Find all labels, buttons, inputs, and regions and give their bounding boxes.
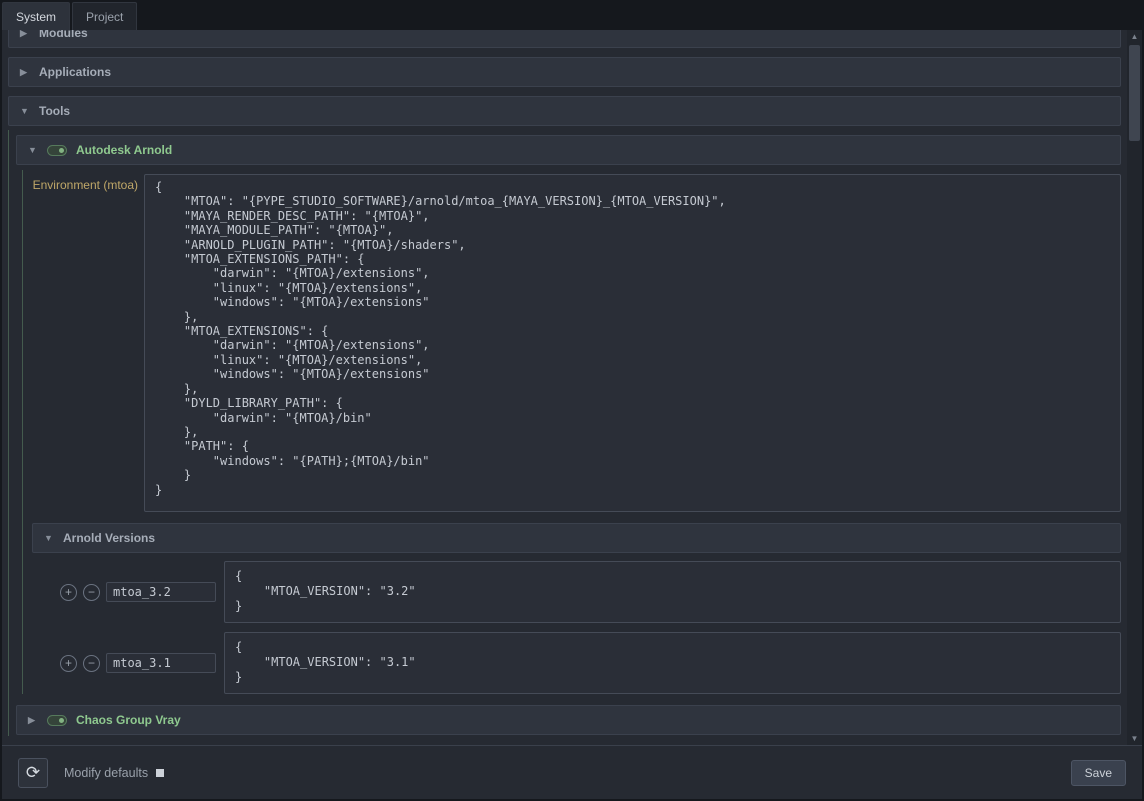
version-row: + − { "MTOA_VERSION": "3.1" } bbox=[60, 632, 1121, 694]
remove-version-button[interactable]: − bbox=[83, 584, 100, 601]
collapse-arrow-icon: ▶ bbox=[20, 30, 30, 39]
arnold-group-border bbox=[22, 170, 23, 694]
save-button[interactable]: Save bbox=[1071, 760, 1126, 786]
environment-json-textarea[interactable]: { "MTOA": "{PYPE_STUDIO_SOFTWARE}/arnold… bbox=[144, 174, 1121, 512]
version-key-input[interactable] bbox=[106, 582, 216, 602]
version-json-textarea[interactable]: { "MTOA_VERSION": "3.1" } bbox=[224, 632, 1121, 694]
section-tools[interactable]: ▼ Tools bbox=[8, 96, 1121, 126]
section-modules[interactable]: ▶ Modules bbox=[8, 30, 1121, 48]
scroll-up-icon[interactable]: ▲ bbox=[1127, 30, 1142, 43]
environment-row: Environment (mtoa) { "MTOA": "{PYPE_STUD… bbox=[16, 174, 1121, 512]
version-json-textarea[interactable]: { "MTOA_VERSION": "3.2" } bbox=[224, 561, 1121, 623]
modify-defaults-checkbox[interactable] bbox=[156, 769, 164, 777]
tab-system[interactable]: System bbox=[2, 2, 70, 30]
settings-content: ▶ Modules ▶ Applications ▼ Tools ▼ Autod… bbox=[2, 30, 1127, 745]
enabled-toggle-icon[interactable] bbox=[47, 145, 67, 156]
expand-arrow-icon: ▼ bbox=[44, 533, 54, 543]
collapse-arrow-icon: ▶ bbox=[28, 715, 38, 726]
section-autodesk-arnold-label: Autodesk Arnold bbox=[76, 143, 172, 157]
section-applications[interactable]: ▶ Applications bbox=[8, 57, 1121, 87]
scrollbar-thumb[interactable] bbox=[1129, 45, 1140, 141]
tools-group-border bbox=[8, 130, 9, 736]
section-chaos-group-vray-label: Chaos Group Vray bbox=[76, 713, 181, 727]
enabled-toggle-icon[interactable] bbox=[47, 715, 67, 726]
refresh-button[interactable]: ⟳ bbox=[18, 758, 48, 788]
tools-group-body: ▼ Autodesk Arnold Environment (mtoa) { "… bbox=[16, 135, 1127, 735]
remove-version-button[interactable]: − bbox=[83, 655, 100, 672]
environment-label: Environment (mtoa) bbox=[16, 174, 144, 192]
footer-bar: ⟳ Modify defaults Save bbox=[2, 745, 1142, 799]
refresh-icon: ⟳ bbox=[26, 763, 40, 783]
section-modules-label: Modules bbox=[39, 30, 88, 40]
section-arnold-versions[interactable]: ▼ Arnold Versions bbox=[32, 523, 1121, 553]
expand-arrow-icon: ▼ bbox=[20, 106, 30, 116]
collapse-arrow-icon: ▶ bbox=[20, 67, 30, 78]
version-key-input[interactable] bbox=[106, 653, 216, 673]
modify-defaults-label: Modify defaults bbox=[64, 766, 148, 780]
arnold-versions-group: ▼ Arnold Versions + − { "MTOA_VERSION": … bbox=[32, 523, 1127, 694]
vertical-scrollbar[interactable]: ▲ ▼ bbox=[1127, 30, 1142, 745]
tab-project[interactable]: Project bbox=[72, 2, 137, 30]
scroll-down-icon[interactable]: ▼ bbox=[1127, 732, 1142, 745]
tab-bar: System Project bbox=[0, 0, 1144, 30]
modify-defaults-control[interactable]: Modify defaults bbox=[64, 766, 164, 780]
add-version-button[interactable]: + bbox=[60, 584, 77, 601]
section-chaos-group-vray[interactable]: ▶ Chaos Group Vray bbox=[16, 705, 1121, 735]
add-version-button[interactable]: + bbox=[60, 655, 77, 672]
version-row: + − { "MTOA_VERSION": "3.2" } bbox=[60, 561, 1121, 623]
section-tools-label: Tools bbox=[39, 104, 70, 118]
section-applications-label: Applications bbox=[39, 65, 111, 79]
section-arnold-versions-label: Arnold Versions bbox=[63, 531, 155, 545]
section-autodesk-arnold[interactable]: ▼ Autodesk Arnold bbox=[16, 135, 1121, 165]
expand-arrow-icon: ▼ bbox=[28, 145, 38, 155]
